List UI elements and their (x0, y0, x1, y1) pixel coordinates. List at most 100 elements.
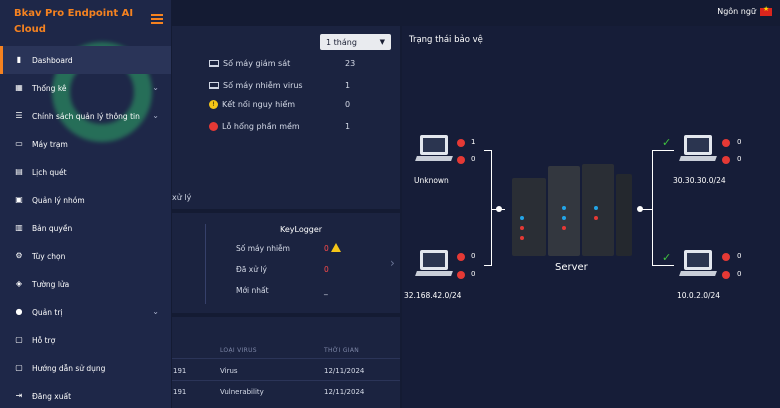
table-cell-time: 12/11/2024 (324, 388, 365, 396)
sidebar-item-guide[interactable]: ▢ Hướng dẫn sử dụng (0, 354, 171, 382)
gear-icon: ⚙ (15, 251, 23, 260)
laptop-icon[interactable] (679, 250, 717, 278)
chevron-right-icon[interactable]: › (390, 256, 395, 270)
node-value: 0 (471, 155, 476, 163)
sidebar-item-firewall[interactable]: ◈ Tường lửa (0, 270, 171, 298)
sidebar-item-dashboard[interactable]: ▮ Dashboard (0, 46, 171, 74)
check-icon: ✓ (662, 251, 672, 264)
sidebar-item-label: Lịch quét (32, 167, 67, 177)
node-value: 0 (737, 138, 742, 146)
virus-icon (457, 139, 465, 147)
stat-monitored: Số máy giám sát 23 (209, 59, 355, 68)
stat-value: 23 (345, 59, 356, 68)
sidebar-item-scan-schedule[interactable]: ▤ Lịch quét (0, 158, 171, 186)
server-icon[interactable] (512, 164, 632, 258)
node-value: 0 (737, 270, 742, 278)
connector (652, 265, 674, 266)
node-value: 0 (471, 252, 476, 260)
sidebar-item-workstations[interactable]: ▭ Máy trạm (0, 130, 171, 158)
recent-virus-panel (172, 317, 400, 408)
sidebar-item-policy[interactable]: ☰ Chính sách quản lý thông tin ⌄ (0, 102, 171, 130)
stat-label: Số máy nhiễm virus (223, 81, 303, 90)
node-value: 0 (737, 155, 742, 163)
keylogger-latest-label: Mới nhất (236, 286, 269, 295)
keylogger-infected-label: Số máy nhiễm (236, 244, 290, 253)
column-header-type: LOẠI VIRUS (220, 347, 257, 354)
sidebar-item-logout[interactable]: ⇥ Đăng xuất (0, 382, 171, 408)
chevron-down-icon: ▼ (379, 38, 385, 46)
brand-title: Bkav Pro Endpoint AI Cloud (14, 8, 134, 35)
laptop-icon[interactable] (415, 135, 453, 163)
laptop-icon[interactable] (679, 135, 717, 163)
sidebar-nav: ▮ Dashboard ▦ Thống kê ⌄ ☰ Chính sách qu… (0, 46, 171, 408)
virus-icon (457, 253, 465, 261)
language-label: Ngôn ngữ (717, 7, 756, 16)
group-icon: ▣ (15, 195, 23, 204)
sidebar-item-admin[interactable]: ● Quản trị ⌄ (0, 298, 171, 326)
virus-icon (722, 253, 730, 261)
sidebar-item-label: Tường lửa (32, 279, 70, 289)
protection-status-title: Trạng thái bảo vệ (409, 35, 483, 45)
hamburger-menu-icon[interactable] (151, 14, 163, 24)
divider (172, 358, 400, 359)
keylogger-handled-label: Đã xử lý (236, 265, 267, 274)
warning-icon: ! (209, 100, 218, 109)
summary-panel (172, 26, 400, 209)
monitor-icon: ▭ (15, 139, 23, 148)
stat-vulnerabilities: Lỗ hổng phần mềm 1 (209, 122, 350, 131)
connector (640, 209, 652, 210)
table-cell-id: 191 (173, 367, 187, 375)
sidebar-item-options[interactable]: ⚙ Tùy chọn (0, 242, 171, 270)
sidebar-item-groups[interactable]: ▣ Quản lý nhóm (0, 186, 171, 214)
divider (205, 224, 206, 304)
chevron-down-icon: ⌄ (152, 111, 159, 120)
keylogger-handled-value: 0 (324, 265, 329, 274)
connector (484, 265, 491, 266)
vulnerability-icon (457, 271, 465, 279)
stats-icon: ▦ (15, 83, 23, 92)
keylogger-title: KeyLogger (280, 225, 323, 234)
connector (491, 150, 492, 266)
stat-value: 0 (345, 100, 351, 109)
node-value: 1 (471, 138, 476, 146)
stat-infected: Số máy nhiễm virus 1 (209, 81, 350, 90)
firewall-icon: ◈ (15, 279, 23, 288)
vulnerability-icon (457, 156, 465, 164)
vulnerability-icon (722, 271, 730, 279)
sidebar-item-label: Thống kê (32, 83, 67, 93)
chevron-down-icon: ⌄ (152, 83, 159, 92)
language-selector[interactable]: Ngôn ngữ (717, 5, 772, 16)
period-value: 1 tháng (326, 37, 357, 47)
stat-value: 1 (345, 122, 351, 131)
stat-label: Lỗ hổng phần mềm (222, 122, 300, 131)
server-label: Server (555, 262, 588, 273)
sidebar-item-label: Dashboard (32, 55, 73, 65)
sidebar-item-license[interactable]: ▥ Bản quyền (0, 214, 171, 242)
period-select[interactable]: 1 tháng ▼ (320, 34, 391, 50)
calendar-icon: ▤ (15, 167, 23, 176)
sidebar-item-statistics[interactable]: ▦ Thống kê ⌄ (0, 74, 171, 102)
table-cell-id: 191 (173, 388, 187, 396)
node-value: 0 (737, 252, 742, 260)
bar-chart-icon: ▮ (16, 55, 22, 64)
check-icon: ✓ (662, 136, 672, 149)
support-icon: ▢ (15, 335, 23, 344)
sidebar-item-label: Chính sách quản lý thông tin (32, 111, 140, 121)
monitor-icon (209, 60, 219, 67)
sidebar-item-support[interactable]: ▢ Hỗ trợ (0, 326, 171, 354)
node-value: 0 (471, 270, 476, 278)
policy-icon: ☰ (15, 111, 23, 120)
node-label: 30.30.30.0/24 (673, 176, 726, 185)
user-icon: ● (15, 307, 23, 316)
sidebar-item-label: Quản trị (32, 307, 63, 317)
node-label: Unknown (414, 176, 449, 185)
keylogger-infected-value: 0 (324, 244, 329, 253)
node-label: 32.168.42.0/24 (404, 291, 462, 300)
stat-value: 1 (345, 81, 351, 90)
guide-icon: ▢ (15, 363, 23, 372)
sidebar-item-label: Tùy chọn (32, 251, 66, 261)
laptop-icon[interactable] (415, 250, 453, 278)
sidebar-item-label: Đăng xuất (32, 391, 72, 401)
divider (172, 380, 400, 381)
sidebar-item-label: Hỗ trợ (32, 335, 56, 345)
